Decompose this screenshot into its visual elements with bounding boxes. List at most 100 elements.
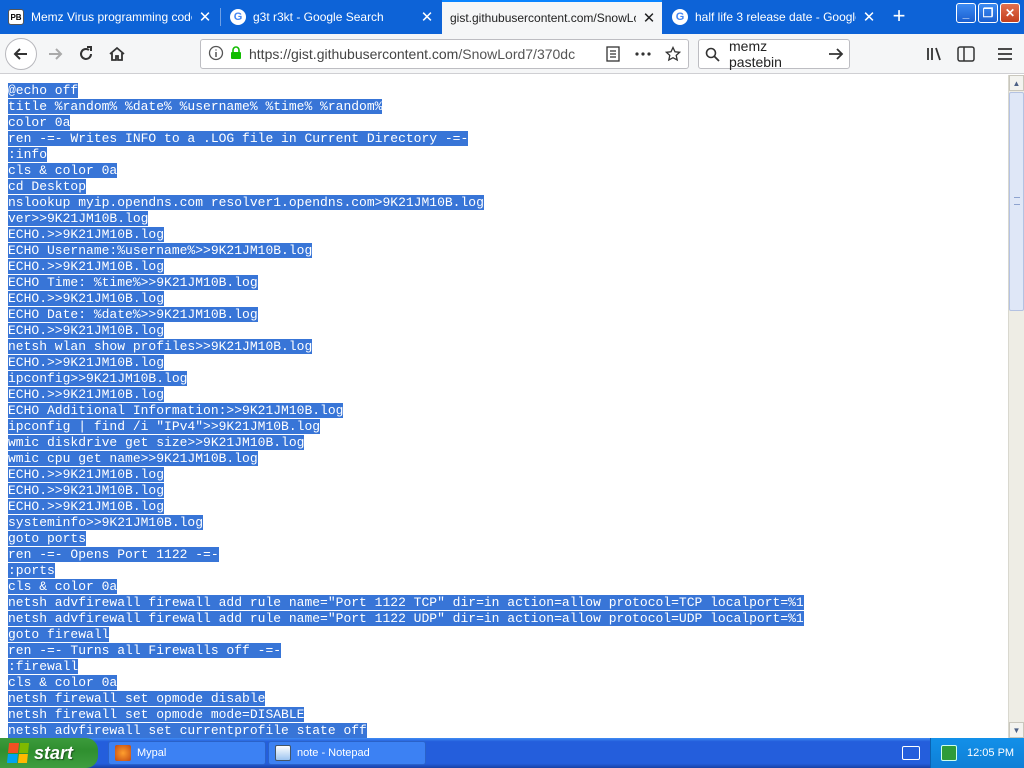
close-icon[interactable]: ✕ <box>856 8 882 26</box>
page-actions-button[interactable] <box>628 40 658 68</box>
arrow-right-icon <box>829 48 844 60</box>
code-line: ECHO Date: %date%>>9K21JM10B.log <box>8 307 1008 323</box>
library-icon <box>927 47 941 61</box>
selected-text: ECHO.>>9K21JM10B.log <box>8 355 165 370</box>
search-go-button[interactable] <box>823 47 849 61</box>
selected-text: cd Desktop <box>8 179 87 194</box>
selected-text: systeminfo>>9K21JM10B.log <box>8 515 204 530</box>
home-icon <box>109 46 125 61</box>
home-button[interactable] <box>102 39 132 69</box>
menu-button[interactable] <box>990 39 1020 69</box>
code-line: ECHO Username:%username%>>9K21JM10B.log <box>8 243 1008 259</box>
restore-button[interactable]: ❐ <box>978 3 998 23</box>
taskbar-button-mypal[interactable]: Mypal <box>108 741 266 765</box>
code-line: ren -=- Opens Port 1122 -=- <box>8 547 1008 563</box>
forward-button[interactable] <box>40 39 70 69</box>
sidebar-button[interactable] <box>951 39 981 69</box>
code-line: ECHO.>>9K21JM10B.log <box>8 387 1008 403</box>
start-button[interactable]: start <box>0 738 98 768</box>
code-line: cls & color 0a <box>8 675 1008 691</box>
scroll-thumb[interactable] <box>1009 92 1024 311</box>
code-line: netsh wlan show profiles>>9K21JM10B.log <box>8 339 1008 355</box>
library-button[interactable] <box>920 39 950 69</box>
code-line: :firewall <box>8 659 1008 675</box>
navigation-toolbar: https://gist.githubusercontent.com/SnowL… <box>0 34 1024 74</box>
selected-text: ECHO Date: %date%>>9K21JM10B.log <box>8 307 258 322</box>
tab-g3t-r3kt[interactable]: G g3t r3kt - Google Search ✕ <box>222 0 440 34</box>
selected-text: ECHO Username:%username%>>9K21JM10B.log <box>8 243 313 258</box>
code-line: :info <box>8 147 1008 163</box>
bookmark-star-button[interactable] <box>658 40 688 68</box>
selected-text: ren -=- Writes INFO to a .LOG file in Cu… <box>8 131 469 146</box>
ellipsis-icon <box>635 52 651 56</box>
code-line: netsh advfirewall firewall add rule name… <box>8 611 1008 627</box>
selected-text: ECHO.>>9K21JM10B.log <box>8 387 165 402</box>
selected-text: ECHO Time: %time%>>9K21JM10B.log <box>8 275 258 290</box>
selected-text: ipconfig | find /i "IPv4">>9K21JM10B.log <box>8 419 321 434</box>
minimize-button[interactable]: _ <box>956 3 976 23</box>
selected-text: wmic diskdrive get size>>9K21JM10B.log <box>8 435 305 450</box>
info-icon[interactable] <box>205 45 227 64</box>
window-close-button[interactable]: ✕ <box>1000 3 1020 23</box>
tab-title: Memz Virus programming code - P <box>31 10 192 24</box>
selected-text: :firewall <box>8 659 79 674</box>
search-input[interactable]: memz pastebin <box>725 38 823 70</box>
url-text[interactable]: https://gist.githubusercontent.com/SnowL… <box>245 46 598 62</box>
scroll-down-arrow[interactable]: ▼ <box>1009 722 1024 738</box>
selected-text: cls & color 0a <box>8 675 118 690</box>
tab-memz-pastebin[interactable]: PB Memz Virus programming code - P ✕ <box>0 0 218 34</box>
code-line: goto ports <box>8 531 1008 547</box>
selected-text: title %random% %date% %username% %time% … <box>8 99 383 114</box>
hamburger-menu-icon <box>998 48 1012 60</box>
new-tab-button[interactable]: + <box>886 4 912 30</box>
code-line: title %random% %date% %username% %time% … <box>8 99 1008 115</box>
code-line: ren -=- Writes INFO to a .LOG file in Cu… <box>8 131 1008 147</box>
url-path: /SnowLord7/370dc <box>458 46 576 62</box>
keyboard-icon[interactable] <box>902 746 920 760</box>
vertical-scrollbar[interactable]: ▲ ▼ <box>1008 75 1024 738</box>
code-line: ipconfig>>9K21JM10B.log <box>8 371 1008 387</box>
selected-text: ECHO Additional Information:>>9K21JM10B.… <box>8 403 344 418</box>
selected-text: ECHO.>>9K21JM10B.log <box>8 259 165 274</box>
selected-text: netsh advfirewall firewall add rule name… <box>8 611 804 626</box>
selected-text: cls & color 0a <box>8 579 118 594</box>
code-line: goto firewall <box>8 627 1008 643</box>
close-icon[interactable]: ✕ <box>192 8 218 26</box>
selected-text: ECHO.>>9K21JM10B.log <box>8 467 165 482</box>
url-bar[interactable]: https://gist.githubusercontent.com/SnowL… <box>200 39 689 69</box>
tab-half-life[interactable]: G half life 3 release date - Google S ✕ <box>664 0 882 34</box>
close-icon[interactable]: ✕ <box>414 8 440 26</box>
network-icon[interactable] <box>941 745 957 761</box>
code-line: nslookup myip.opendns.com resolver1.open… <box>8 195 1008 211</box>
selected-text: ver>>9K21JM10B.log <box>8 211 149 226</box>
back-button[interactable] <box>5 38 37 70</box>
close-icon[interactable]: ✕ <box>636 9 662 27</box>
clock[interactable]: 12:05 PM <box>967 747 1014 759</box>
code-line: color 0a <box>8 115 1008 131</box>
google-icon: G <box>672 9 688 25</box>
windows-flag-icon <box>6 743 30 763</box>
tab-gist-active[interactable]: gist.githubusercontent.com/SnowLord7 ✕ <box>442 0 662 34</box>
selected-text: netsh advfirewall set currentprofile sta… <box>8 723 367 738</box>
taskbar: start Mypal note - Notepad 12:05 PM <box>0 738 1024 768</box>
code-line: ECHO.>>9K21JM10B.log <box>8 467 1008 483</box>
tab-title: g3t r3kt - Google Search <box>253 10 384 24</box>
taskbar-button-notepad[interactable]: note - Notepad <box>268 741 426 765</box>
code-line: systeminfo>>9K21JM10B.log <box>8 515 1008 531</box>
system-tray: 12:05 PM <box>930 738 1024 768</box>
code-line: ECHO.>>9K21JM10B.log <box>8 323 1008 339</box>
selected-text: netsh firewall set opmode mode=DISABLE <box>8 707 305 722</box>
reader-view-button[interactable] <box>598 40 628 68</box>
taskbar-button-label: note - Notepad <box>297 747 370 759</box>
tab-strip: PB Memz Virus programming code - P ✕ G g… <box>0 0 1024 34</box>
selected-text: color 0a <box>8 115 71 130</box>
star-icon <box>665 46 681 62</box>
tab-title: gist.githubusercontent.com/SnowLord7 <box>450 11 636 25</box>
code-line: ECHO.>>9K21JM10B.log <box>8 355 1008 371</box>
scroll-up-arrow[interactable]: ▲ <box>1009 75 1024 91</box>
reload-button[interactable] <box>71 39 101 69</box>
code-line: cls & color 0a <box>8 163 1008 179</box>
page-content[interactable]: @echo off title %random% %date% %username… <box>0 75 1008 738</box>
tab-title: half life 3 release date - Google S <box>695 10 856 24</box>
search-bar[interactable]: memz pastebin <box>698 38 850 70</box>
